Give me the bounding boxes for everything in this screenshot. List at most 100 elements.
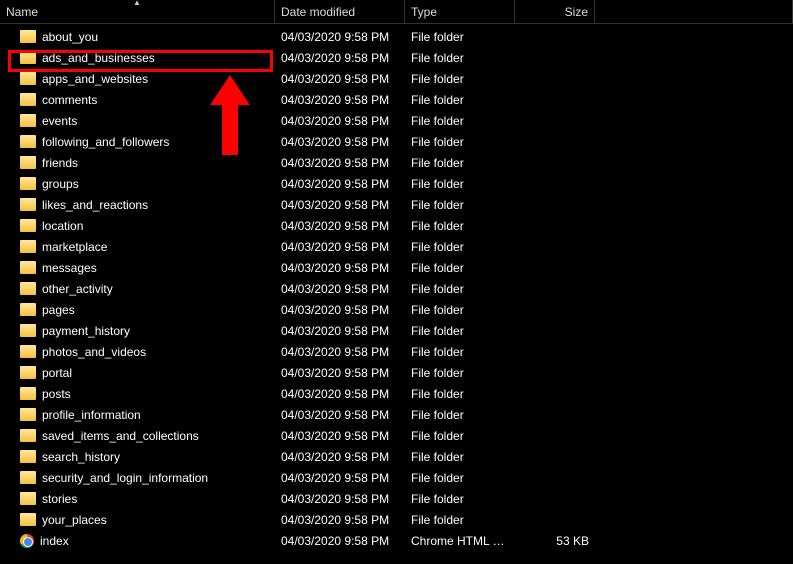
- file-row[interactable]: location04/03/2020 9:58 PMFile folder: [0, 215, 793, 236]
- file-name-cell[interactable]: pages: [0, 303, 275, 317]
- file-date-cell: 04/03/2020 9:58 PM: [275, 471, 405, 485]
- file-row[interactable]: about_you04/03/2020 9:58 PMFile folder: [0, 26, 793, 47]
- folder-icon: [20, 513, 36, 526]
- file-name-cell[interactable]: posts: [0, 387, 275, 401]
- file-row[interactable]: apps_and_websites 04/03/2020 9:58 PMFile …: [0, 68, 793, 89]
- file-date-cell: 04/03/2020 9:58 PM: [275, 450, 405, 464]
- file-name-cell[interactable]: other_activity: [0, 282, 275, 296]
- file-type-cell: File folder: [405, 51, 515, 65]
- file-row[interactable]: profile_information04/03/2020 9:58 PMFil…: [0, 404, 793, 425]
- chrome-file-icon: [20, 534, 34, 548]
- folder-icon: [20, 198, 36, 211]
- folder-icon: [20, 30, 36, 43]
- file-date-cell: 04/03/2020 9:58 PM: [275, 177, 405, 191]
- column-header-size[interactable]: Size: [515, 0, 595, 23]
- file-type-cell: File folder: [405, 345, 515, 359]
- file-date-cell: 04/03/2020 9:58 PM: [275, 534, 405, 548]
- folder-icon: [20, 114, 36, 127]
- file-name-cell[interactable]: saved_items_and_collections: [0, 429, 275, 443]
- file-row[interactable]: portal04/03/2020 9:58 PMFile folder: [0, 362, 793, 383]
- file-row[interactable]: groups04/03/2020 9:58 PMFile folder: [0, 173, 793, 194]
- folder-icon: [20, 324, 36, 337]
- file-name-cell[interactable]: location: [0, 219, 275, 233]
- file-type-cell: File folder: [405, 156, 515, 170]
- file-date-cell: 04/03/2020 9:58 PM: [275, 345, 405, 359]
- file-name-label: your_places: [42, 513, 107, 527]
- file-row[interactable]: stories04/03/2020 9:58 PMFile folder: [0, 488, 793, 509]
- file-name-cell[interactable]: index: [0, 534, 275, 548]
- file-name-cell[interactable]: comments: [0, 93, 275, 107]
- folder-icon: [20, 387, 36, 400]
- file-name-cell[interactable]: following_and_followers: [0, 135, 275, 149]
- file-name-cell[interactable]: your_places: [0, 513, 275, 527]
- file-name-cell[interactable]: events: [0, 114, 275, 128]
- folder-icon: [20, 408, 36, 421]
- file-list: about_you04/03/2020 9:58 PMFile folderad…: [0, 24, 793, 551]
- file-name-cell[interactable]: likes_and_reactions: [0, 198, 275, 212]
- folder-icon: [20, 282, 36, 295]
- file-name-cell[interactable]: portal: [0, 366, 275, 380]
- column-header-name[interactable]: Name ▲: [0, 0, 275, 23]
- file-row[interactable]: ads_and_businesses 04/03/2020 9:58 PMFile…: [0, 47, 793, 68]
- file-date-cell: 04/03/2020 9:58 PM: [275, 135, 405, 149]
- file-name-label: search_history: [42, 450, 120, 464]
- file-name-cell[interactable]: messages: [0, 261, 275, 275]
- file-row[interactable]: pages04/03/2020 9:58 PMFile folder: [0, 299, 793, 320]
- file-type-cell: File folder: [405, 282, 515, 296]
- file-name-cell[interactable]: groups: [0, 177, 275, 191]
- file-name-cell[interactable]: photos_and_videos: [0, 345, 275, 359]
- file-row[interactable]: search_history 04/03/2020 9:58 PMFile fol…: [0, 446, 793, 467]
- file-row[interactable]: security_and_login_information 04/03/2020…: [0, 467, 793, 488]
- file-name-cell[interactable]: marketplace: [0, 240, 275, 254]
- file-row[interactable]: photos_and_videos 04/03/2020 9:58 PMFile …: [0, 341, 793, 362]
- file-row[interactable]: marketplace04/03/2020 9:58 PMFile folder: [0, 236, 793, 257]
- file-type-cell: File folder: [405, 198, 515, 212]
- column-header-date[interactable]: Date modified: [275, 0, 405, 23]
- file-name-cell[interactable]: ads_and_businesses: [0, 51, 275, 65]
- file-name-cell[interactable]: about_you: [0, 30, 275, 44]
- file-name-label: saved_items_and_collections: [42, 429, 199, 443]
- file-name-label: profile_information: [42, 408, 141, 422]
- file-row[interactable]: posts04/03/2020 9:58 PMFile folder: [0, 383, 793, 404]
- file-row[interactable]: friends04/03/2020 9:58 PMFile folder: [0, 152, 793, 173]
- file-name-label: payment_history: [42, 324, 130, 338]
- file-row[interactable]: your_places04/03/2020 9:58 PMFile folder: [0, 509, 793, 530]
- file-date-cell: 04/03/2020 9:58 PM: [275, 72, 405, 86]
- file-type-cell: File folder: [405, 72, 515, 86]
- file-date-cell: 04/03/2020 9:58 PM: [275, 219, 405, 233]
- file-name-cell[interactable]: friends: [0, 156, 275, 170]
- file-row[interactable]: messages04/03/2020 9:58 PMFile folder: [0, 257, 793, 278]
- file-name-cell[interactable]: profile_information: [0, 408, 275, 422]
- file-name-label: portal: [42, 366, 72, 380]
- file-row[interactable]: saved_items_and_collections 04/03/2020 9:…: [0, 425, 793, 446]
- file-row[interactable]: events04/03/2020 9:58 PMFile folder: [0, 110, 793, 131]
- file-name-cell[interactable]: payment_history: [0, 324, 275, 338]
- file-name-label: ads_and_businesses: [42, 51, 155, 65]
- file-row[interactable]: comments04/03/2020 9:58 PMFile folder: [0, 89, 793, 110]
- column-header-type[interactable]: Type: [405, 0, 515, 23]
- file-name-cell[interactable]: search_history: [0, 450, 275, 464]
- file-type-cell: File folder: [405, 450, 515, 464]
- file-date-cell: 04/03/2020 9:58 PM: [275, 156, 405, 170]
- file-name-label: security_and_login_information: [42, 471, 208, 485]
- file-name-cell[interactable]: security_and_login_information: [0, 471, 275, 485]
- file-row[interactable]: index04/03/2020 9:58 PMChrome HTML Do...…: [0, 530, 793, 551]
- file-date-cell: 04/03/2020 9:58 PM: [275, 51, 405, 65]
- file-name-label: marketplace: [42, 240, 107, 254]
- file-date-cell: 04/03/2020 9:58 PM: [275, 366, 405, 380]
- file-date-cell: 04/03/2020 9:58 PM: [275, 240, 405, 254]
- file-name-cell[interactable]: apps_and_websites: [0, 72, 275, 86]
- file-row[interactable]: payment_history04/03/2020 9:58 PMFile fo…: [0, 320, 793, 341]
- file-name-label: location: [42, 219, 83, 233]
- file-name-label: photos_and_videos: [42, 345, 146, 359]
- file-date-cell: 04/03/2020 9:58 PM: [275, 282, 405, 296]
- file-row[interactable]: other_activity04/03/2020 9:58 PMFile fol…: [0, 278, 793, 299]
- file-name-label: apps_and_websites: [42, 72, 148, 86]
- file-row[interactable]: likes_and_reactions04/03/2020 9:58 PMFil…: [0, 194, 793, 215]
- file-type-cell: File folder: [405, 114, 515, 128]
- file-date-cell: 04/03/2020 9:58 PM: [275, 429, 405, 443]
- file-date-cell: 04/03/2020 9:58 PM: [275, 492, 405, 506]
- file-date-cell: 04/03/2020 9:58 PM: [275, 198, 405, 212]
- file-name-cell[interactable]: stories: [0, 492, 275, 506]
- file-row[interactable]: following_and_followers04/03/2020 9:58 P…: [0, 131, 793, 152]
